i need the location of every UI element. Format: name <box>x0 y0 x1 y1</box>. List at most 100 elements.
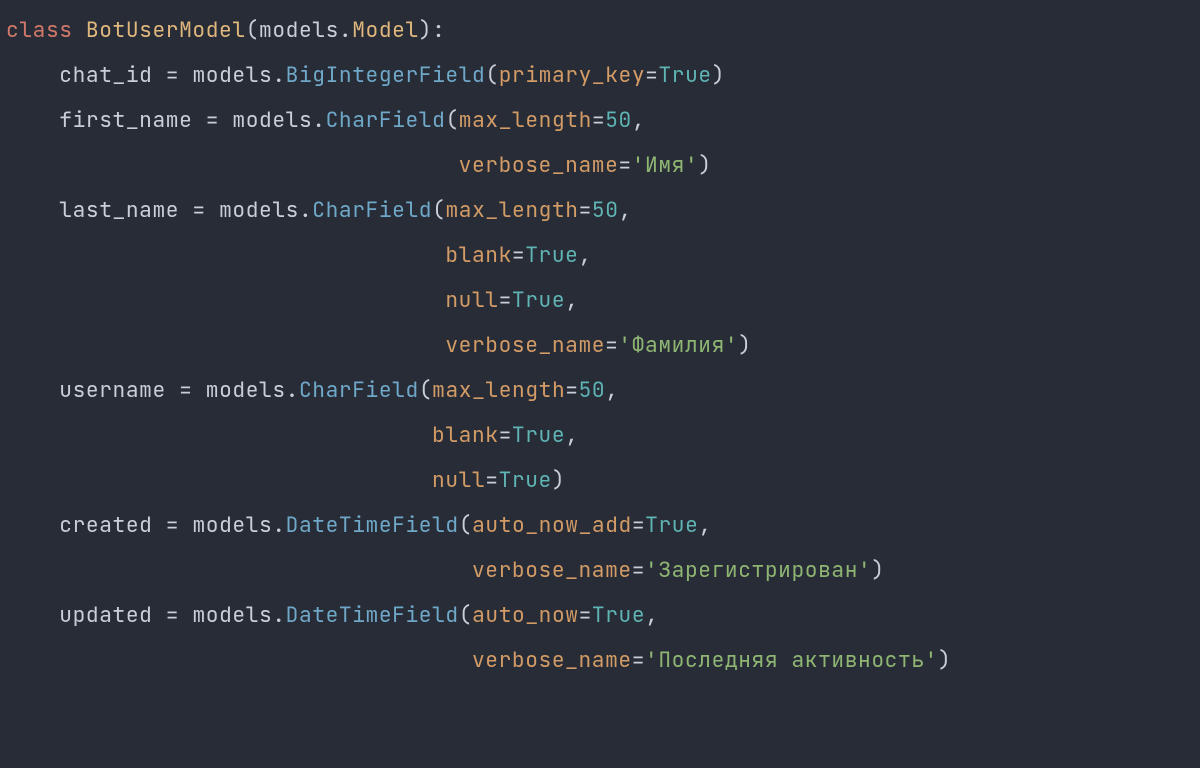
punct-comma: , <box>632 106 645 134</box>
field-name: created <box>59 511 152 539</box>
code-line: first_name = models.CharField(max_length… <box>6 106 645 134</box>
code-line: verbose_name='Имя') <box>6 151 712 179</box>
module-ref: models <box>192 601 272 629</box>
module-ref: models <box>206 376 286 404</box>
field-name: first_name <box>59 106 192 134</box>
kwarg-label: null <box>445 286 498 314</box>
punct-paren-open: ( <box>419 376 432 404</box>
code-line: null=True) <box>6 466 565 494</box>
punct-equals: = <box>579 601 592 629</box>
field-call: DateTimeField <box>286 601 459 629</box>
punct-paren-open: ( <box>432 196 445 224</box>
kwarg-value: 'Последняя активность' <box>645 646 938 674</box>
code-line: verbose_name='Зарегистрирован') <box>6 556 885 584</box>
kwarg-label: max_length <box>445 196 578 224</box>
code-editor[interactable]: class BotUserModel(models.Model): chat_i… <box>0 0 1200 691</box>
punct-equals: = <box>166 511 179 539</box>
base-class: Model <box>352 16 419 44</box>
code-line: null=True, <box>6 286 579 314</box>
base-module: models <box>259 16 339 44</box>
punct-comma: , <box>565 286 578 314</box>
punct-paren-close: ) <box>712 61 725 89</box>
kwarg-value: True <box>658 61 711 89</box>
module-ref: models <box>232 106 312 134</box>
code-line: verbose_name='Фамилия') <box>6 331 752 359</box>
code-line: blank=True, <box>6 421 579 449</box>
punct-equals: = <box>632 646 645 674</box>
kwarg-value: 'Фамилия' <box>618 331 738 359</box>
kwarg-value: 'Зарегистрирован' <box>645 556 871 584</box>
kwarg-value: 50 <box>592 196 619 224</box>
kwarg-label: verbose_name <box>472 556 632 584</box>
punct-paren-open: ( <box>459 511 472 539</box>
kwarg-value: 'Имя' <box>632 151 699 179</box>
punct-equals: = <box>192 196 205 224</box>
code-line: last_name = models.CharField(max_length=… <box>6 196 632 224</box>
module-ref: models <box>219 196 299 224</box>
punct-equals: = <box>632 511 645 539</box>
kwarg-value: True <box>645 511 698 539</box>
punct-equals: = <box>166 61 179 89</box>
code-line: verbose_name='Последняя активность') <box>6 646 951 674</box>
punct-equals: = <box>206 106 219 134</box>
punct-colon: : <box>432 16 445 44</box>
code-line: class BotUserModel(models.Model): <box>6 16 445 44</box>
field-call: CharField <box>299 376 419 404</box>
class-name: BotUserModel <box>86 16 246 44</box>
punct-paren-close: ) <box>419 16 432 44</box>
punct-equals: = <box>499 421 512 449</box>
field-name: last_name <box>59 196 179 224</box>
kwarg-label: verbose_name <box>445 331 605 359</box>
module-ref: models <box>192 61 272 89</box>
punct-equals: = <box>645 61 658 89</box>
code-line: created = models.DateTimeField(auto_now_… <box>6 511 712 539</box>
module-ref: models <box>192 511 272 539</box>
punct-equals: = <box>179 376 192 404</box>
kwarg-value: True <box>512 286 565 314</box>
kwarg-label: max_length <box>459 106 592 134</box>
kwarg-value: True <box>525 241 578 269</box>
punct-dot: . <box>312 106 325 134</box>
punct-equals: = <box>618 151 631 179</box>
kwarg-value: 50 <box>579 376 606 404</box>
field-call: CharField <box>326 106 446 134</box>
punct-equals: = <box>605 331 618 359</box>
punct-paren-close: ) <box>552 466 565 494</box>
code-line: blank=True, <box>6 241 592 269</box>
punct-dot: . <box>286 376 299 404</box>
kwarg-label: null <box>432 466 485 494</box>
punct-comma: , <box>605 376 618 404</box>
code-line: username = models.CharField(max_length=5… <box>6 376 619 404</box>
punct-comma: , <box>565 421 578 449</box>
punct-paren-open: ( <box>246 16 259 44</box>
field-call: BigIntegerField <box>286 61 486 89</box>
kwarg-value: True <box>499 466 552 494</box>
punct-dot: . <box>299 196 312 224</box>
punct-paren-open: ( <box>485 61 498 89</box>
kwarg-label: blank <box>432 421 499 449</box>
punct-paren-close: ) <box>938 646 951 674</box>
field-name: username <box>59 376 166 404</box>
punct-equals: = <box>579 196 592 224</box>
code-line: updated = models.DateTimeField(auto_now=… <box>6 601 659 629</box>
punct-dot: . <box>339 16 352 44</box>
kwarg-label: auto_now <box>472 601 579 629</box>
punct-paren-close: ) <box>871 556 884 584</box>
punct-comma: , <box>579 241 592 269</box>
punct-dot: . <box>272 61 285 89</box>
punct-equals: = <box>499 286 512 314</box>
punct-equals: = <box>565 376 578 404</box>
punct-comma: , <box>619 196 632 224</box>
kwarg-value: True <box>512 421 565 449</box>
kwarg-label: max_length <box>432 376 565 404</box>
punct-paren-open: ( <box>445 106 458 134</box>
punct-equals: = <box>485 466 498 494</box>
kwarg-label: primary_key <box>499 61 645 89</box>
field-name: chat_id <box>59 61 152 89</box>
punct-paren-close: ) <box>738 331 751 359</box>
code-line: chat_id = models.BigIntegerField(primary… <box>6 61 725 89</box>
punct-paren-open: ( <box>459 601 472 629</box>
kwarg-value: 50 <box>605 106 632 134</box>
kwarg-label: verbose_name <box>472 646 632 674</box>
field-name: updated <box>59 601 152 629</box>
